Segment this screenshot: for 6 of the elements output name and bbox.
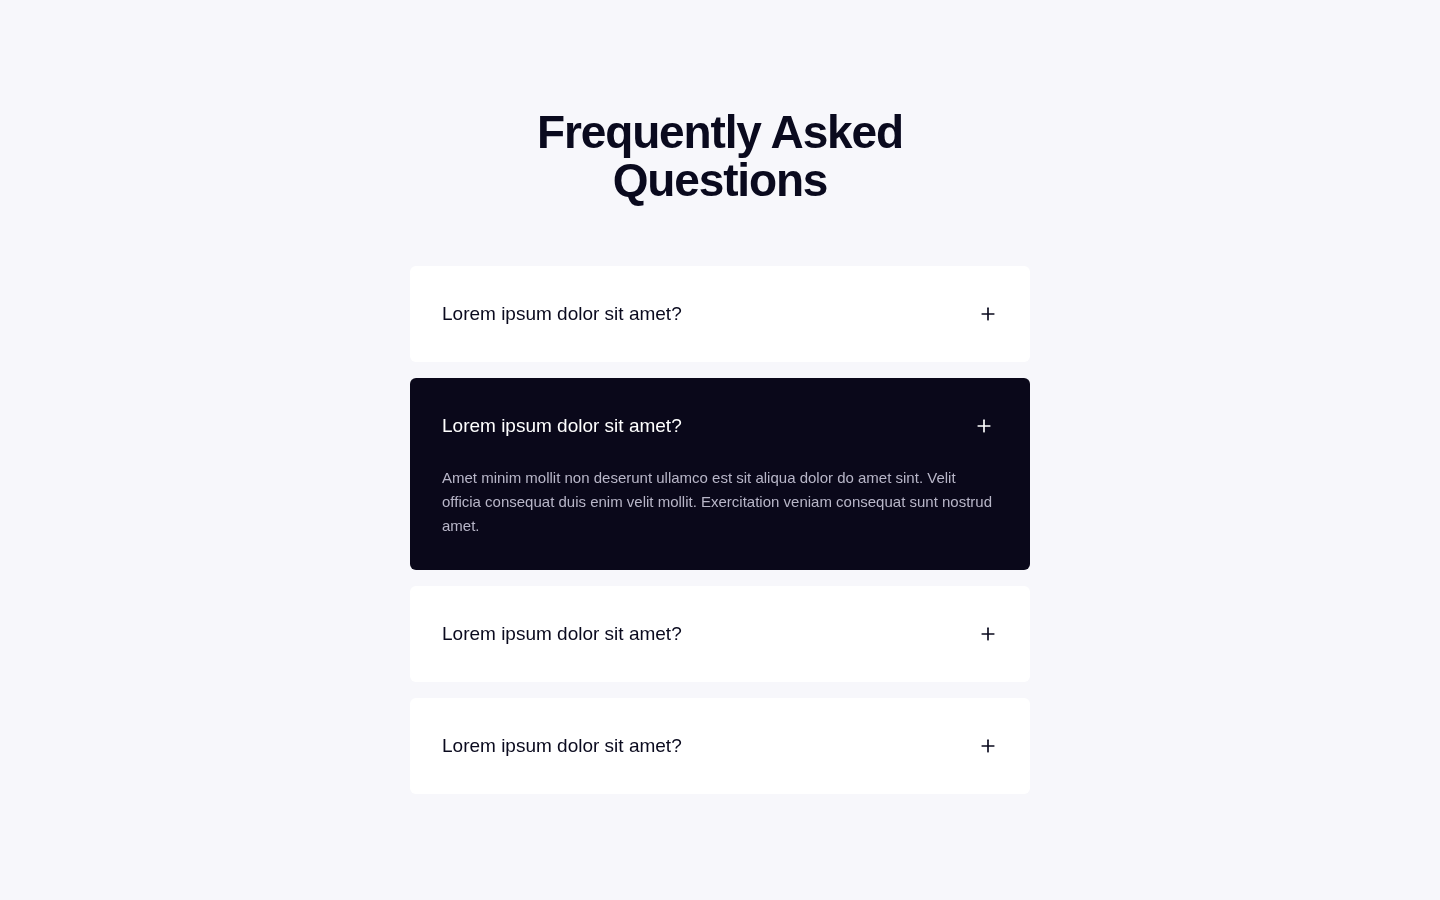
faq-question[interactable]: Lorem ipsum dolor sit amet? bbox=[442, 298, 998, 330]
page-title: Frequently Asked Questions bbox=[536, 108, 904, 204]
faq-question[interactable]: Lorem ipsum dolor sit amet? bbox=[442, 730, 998, 762]
faq-answer: Amet minim mollit non deserunt ullamco est sit aliqua dolor do amet sint. Velit officia consequat duis enim velit mollit. Exercitation veniam consequat sunt nostrud amet. bbox=[442, 468, 993, 536]
faq-question[interactable]: Lorem ipsum dolor sit amet? bbox=[442, 410, 998, 442]
faq-question[interactable]: Lorem ipsum dolor sit amet? bbox=[442, 618, 998, 650]
